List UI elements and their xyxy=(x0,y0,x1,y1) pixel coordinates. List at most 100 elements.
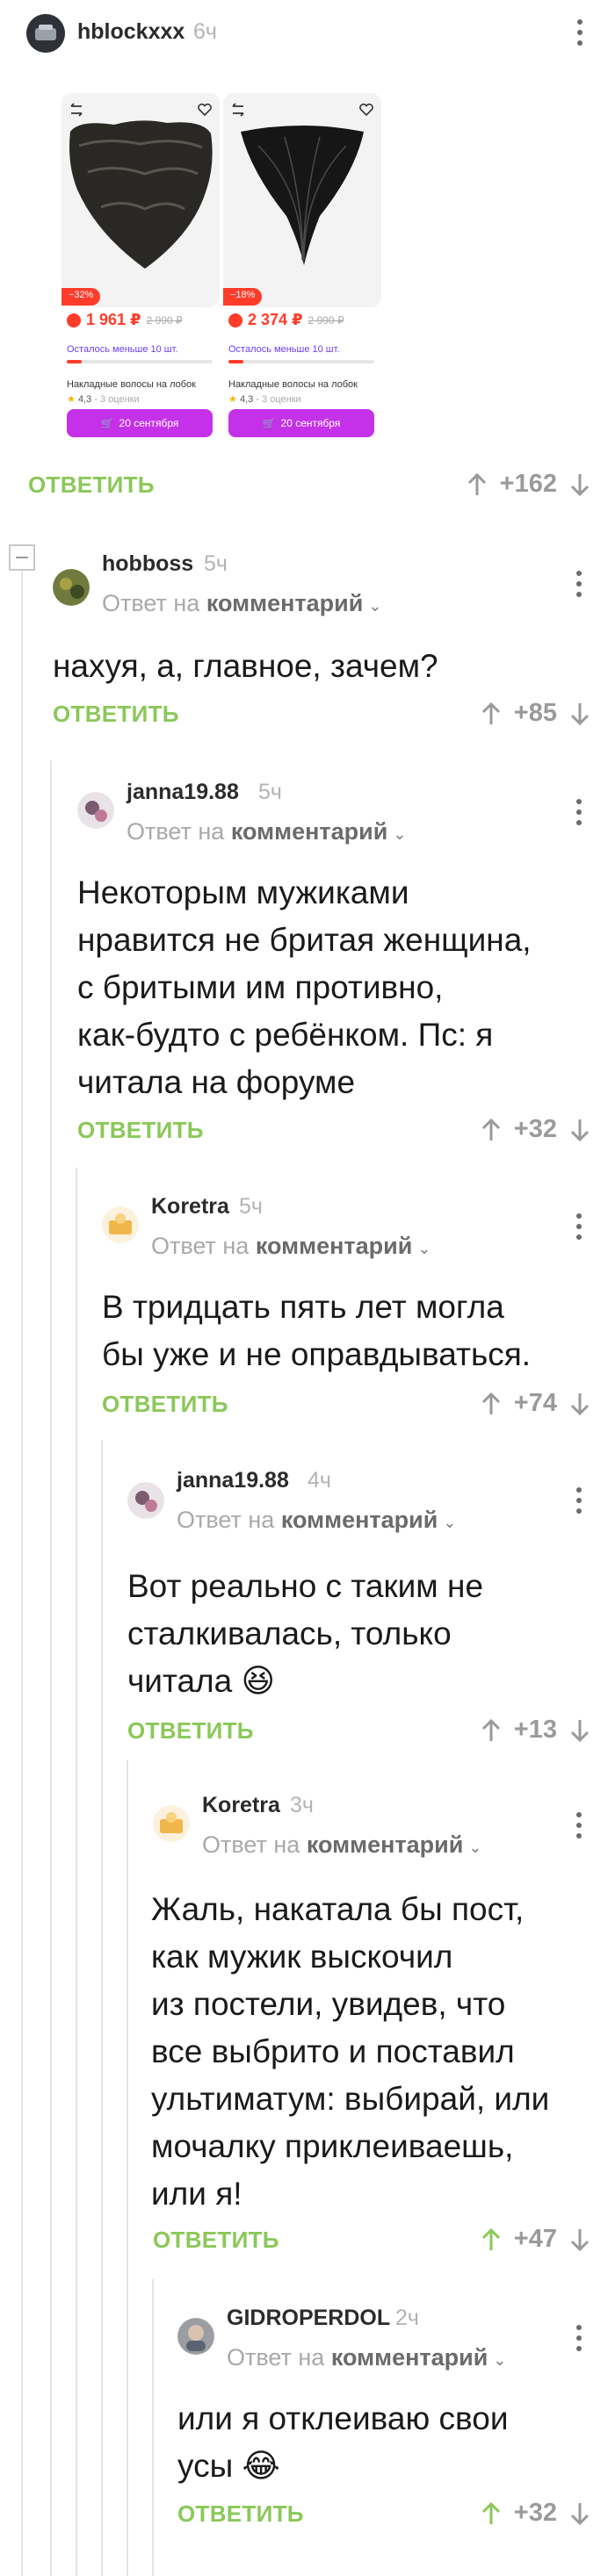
downvote-icon[interactable] xyxy=(569,1117,590,1143)
comment-text: нахуя, а, главное, зачем? xyxy=(53,648,438,684)
comment-reply-button[interactable]: ОТВЕТИТЬ xyxy=(177,2500,304,2528)
comment-footer: ОТВЕТИТЬ +74 xyxy=(102,1389,590,1422)
post-header: hblockxxx 6ч xyxy=(26,12,597,53)
comment-avatar[interactable] xyxy=(127,1482,164,1519)
comment-author[interactable]: janna19.88 xyxy=(127,780,239,805)
reply-to-link[interactable]: Ответ на комментарий ⌄ xyxy=(227,2344,506,2371)
upvote-icon-active[interactable] xyxy=(481,2500,502,2527)
comment-menu-icon[interactable] xyxy=(575,2325,583,2351)
add-to-cart-button[interactable]: 🛒 20 сентября xyxy=(67,409,213,437)
comment-avatar[interactable] xyxy=(102,1206,139,1243)
compare-icon[interactable] xyxy=(230,102,246,118)
star-icon: ★ xyxy=(67,394,76,405)
post-reply-button[interactable]: ОТВЕТИТЬ xyxy=(28,471,155,499)
cart-icon: 🛒 xyxy=(100,417,114,429)
comment-score: +85 xyxy=(513,699,557,727)
comment-author[interactable]: hobboss xyxy=(102,551,193,577)
comment-time: 2ч xyxy=(395,2306,419,2330)
comment-footer: ОТВЕТИТЬ +32 xyxy=(77,1115,590,1148)
comment-reply-button[interactable]: ОТВЕТИТЬ xyxy=(153,2227,279,2254)
comment-avatar[interactable] xyxy=(77,792,114,829)
add-to-cart-button[interactable]: 🛒 20 сентября xyxy=(228,409,374,437)
chevron-down-icon: ⌄ xyxy=(443,1514,457,1531)
downvote-icon[interactable] xyxy=(569,2500,590,2527)
product-rating: ★ 4,3 · 3 оценки xyxy=(67,394,140,405)
upvote-icon[interactable] xyxy=(481,1117,502,1143)
comment-votes: +32 xyxy=(481,2499,590,2528)
product-photo xyxy=(223,93,381,307)
downvote-icon[interactable] xyxy=(569,1391,590,1417)
comment-avatar[interactable] xyxy=(177,2318,214,2355)
comment-avatar[interactable] xyxy=(153,1805,190,1842)
comment-reply-button[interactable]: ОТВЕТИТЬ xyxy=(77,1117,204,1144)
comment-reply-button[interactable]: ОТВЕТИТЬ xyxy=(127,1717,254,1745)
thread-line xyxy=(101,1440,103,2576)
stock-left-text: Осталось меньше 10 шт. xyxy=(67,344,178,355)
reply-to-link[interactable]: Ответ на комментарий ⌄ xyxy=(151,1233,430,1260)
upvote-icon[interactable] xyxy=(481,701,502,727)
thread-line xyxy=(127,1760,128,2576)
comment-footer: ОТВЕТИТЬ +47 xyxy=(153,2225,590,2258)
post-author-avatar[interactable] xyxy=(26,14,65,53)
favorite-heart-icon[interactable] xyxy=(358,102,374,118)
compare-icon[interactable] xyxy=(69,102,84,118)
price-badge-icon xyxy=(67,313,81,327)
thread-line xyxy=(21,571,23,2576)
product-rating: ★ 4,3 · 3 оценки xyxy=(228,394,301,405)
comment-author[interactable]: Koretra xyxy=(202,1793,280,1818)
downvote-icon[interactable] xyxy=(569,2227,590,2253)
thread-line xyxy=(76,1168,77,2576)
thread-line xyxy=(50,760,52,2576)
post-time: 6ч xyxy=(193,19,217,44)
favorite-heart-icon[interactable] xyxy=(197,102,213,118)
chevron-down-icon: ⌄ xyxy=(493,2351,507,2369)
reply-to-link[interactable]: Ответ на комментарий ⌄ xyxy=(177,1507,456,1534)
upvote-icon[interactable] xyxy=(467,471,488,498)
product-name[interactable]: Накладные волосы на лобок xyxy=(67,379,214,390)
product-price: 1 961 ₽2 990 ₽ xyxy=(67,311,183,329)
reply-to-link[interactable]: Ответ на комментарий ⌄ xyxy=(127,818,406,845)
comment-votes: +47 xyxy=(481,2225,590,2254)
thread-line xyxy=(152,2279,154,2576)
comment-menu-icon[interactable] xyxy=(575,1812,583,1838)
post-votes: +162 xyxy=(467,470,590,499)
chevron-down-icon: ⌄ xyxy=(368,597,382,615)
reply-to-link[interactable]: Ответ на комментарий ⌄ xyxy=(202,1831,481,1859)
downvote-icon[interactable] xyxy=(569,701,590,727)
upvote-icon[interactable] xyxy=(481,1717,502,1744)
upvote-icon[interactable] xyxy=(481,1391,502,1417)
post-author-name[interactable]: hblockxxx xyxy=(77,19,184,45)
post-menu-icon[interactable] xyxy=(575,19,584,46)
comment-author[interactable]: GIDROPERDOL xyxy=(227,2306,390,2331)
downvote-icon[interactable] xyxy=(569,471,590,498)
comment-time: 5ч xyxy=(239,1194,263,1219)
comment-menu-icon[interactable] xyxy=(575,1213,583,1240)
product-name[interactable]: Накладные волосы на лобок xyxy=(228,379,376,390)
comment-time: 5ч xyxy=(258,780,282,804)
comment-footer: ОТВЕТИТЬ +13 xyxy=(127,1716,590,1749)
stock-left-text: Осталось меньше 10 шт. xyxy=(228,344,340,355)
comment-time: 5ч xyxy=(204,551,228,576)
comment-avatar[interactable] xyxy=(53,569,90,606)
reply-to-link[interactable]: Ответ на комментарий ⌄ xyxy=(102,590,381,617)
product-card[interactable]: −32% 1 961 ₽2 990 ₽ Осталось меньше 10 ш… xyxy=(62,93,220,437)
comment-votes: +32 xyxy=(481,1115,590,1144)
comment-reply-button[interactable]: ОТВЕТИТЬ xyxy=(53,701,179,728)
comment-text: Вот реально с таким не сталкивалась, тол… xyxy=(127,1568,484,1699)
comment-author[interactable]: Koretra xyxy=(151,1194,229,1220)
comment-time: 4ч xyxy=(308,1468,331,1493)
comment-menu-icon[interactable] xyxy=(575,1487,583,1514)
comment-menu-icon[interactable] xyxy=(575,799,583,825)
upvote-icon-active[interactable] xyxy=(481,2227,502,2253)
comment-votes: +13 xyxy=(481,1716,590,1745)
comment-text: или я отклеиваю свои усы 😂 xyxy=(177,2400,509,2484)
downvote-icon[interactable] xyxy=(569,1717,590,1744)
cart-icon: 🛒 xyxy=(262,417,276,429)
comment-author[interactable]: janna19.88 xyxy=(177,1468,289,1493)
comment-menu-icon[interactable] xyxy=(575,571,583,597)
comment-reply-button[interactable]: ОТВЕТИТЬ xyxy=(102,1391,228,1418)
comment-score: +74 xyxy=(513,1389,557,1417)
comment-footer: ОТВЕТИТЬ +32 xyxy=(177,2499,590,2532)
collapse-thread-button[interactable] xyxy=(9,544,35,571)
product-card[interactable]: −18% 2 374 ₽2 990 ₽ Осталось меньше 10 ш… xyxy=(223,93,381,437)
